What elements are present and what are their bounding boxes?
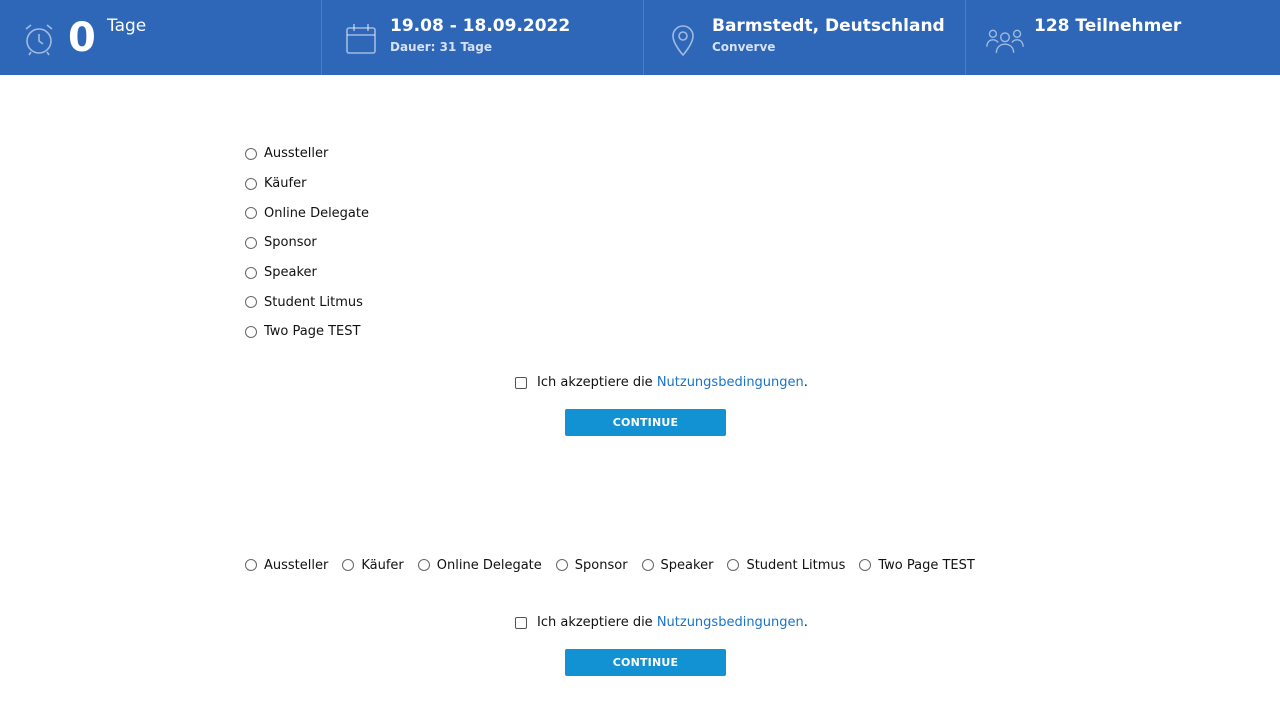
radio-circle[interactable] [245,266,257,279]
role-option-student-litmus[interactable]: Student Litmus [245,287,645,317]
role-label: Käufer [264,176,307,192]
event-info-bar: 0 Tage 19.08 - 18.09.2022 Dauer: 31 Tage… [0,0,1280,75]
radio-circle[interactable] [245,325,257,338]
role-radio-list: Aussteller Käufer Online Delegate Sponso… [245,139,645,347]
location-cell: Barmstedt, Deutschland Converve [644,0,966,75]
participants-cell: 128 Teilnehmer [966,0,1280,75]
role-option-online-delegate[interactable]: Online Delegate [417,555,542,575]
role-option-student-litmus[interactable]: Student Litmus [727,555,845,575]
role-label: Student Litmus [264,294,363,310]
terms-link[interactable]: Nutzungsbedingungen [657,375,804,390]
date-range: 19.08 - 18.09.2022 [390,16,571,36]
continue-button[interactable]: CONTINUE [565,409,726,436]
radio-circle[interactable] [417,559,430,571]
role-option-speaker[interactable]: Speaker [245,258,645,288]
role-option-two-page-test[interactable]: Two Page TEST [245,317,645,347]
terms-suffix: . [803,375,808,390]
date-duration: Dauer: 31 Tage [390,40,492,54]
alarm-clock-icon [20,20,58,58]
terms-text: Ich akzeptiere die [537,375,657,390]
users-icon [986,20,1024,58]
role-label: Speaker [264,265,317,281]
radio-circle[interactable] [342,559,355,571]
role-label: Student Litmus [746,557,846,573]
role-label: Online Delegate [264,205,369,221]
role-label: Aussteller [264,146,329,162]
role-option-sponsor[interactable]: Sponsor [555,555,628,575]
terms-text: Ich akzeptiere die [537,615,657,630]
radio-circle[interactable] [641,559,654,571]
radio-circle[interactable] [245,296,257,309]
role-label: Two Page TEST [878,557,975,573]
radio-circle[interactable] [859,559,872,571]
role-radio-row: Aussteller Käufer Online Delegate Sponso… [245,555,989,575]
radio-circle[interactable] [245,147,257,160]
radio-circle[interactable] [245,559,257,571]
map-pin-icon [664,20,702,58]
role-option-speaker[interactable]: Speaker [641,555,714,575]
radio-circle[interactable] [245,177,257,190]
radio-circle[interactable] [245,207,257,220]
radio-circle[interactable] [727,559,740,571]
location-venue: Converve [712,40,776,54]
radio-circle[interactable] [555,559,568,571]
terms-checkbox-row[interactable]: Ich akzeptiere die Nutzungsbedingungen . [515,375,808,390]
role-label: Aussteller [264,557,329,573]
role-option-online-delegate[interactable]: Online Delegate [245,198,645,228]
countdown-cell: 0 Tage [0,0,322,75]
role-label: Käufer [361,557,404,573]
role-option-kaeufer[interactable]: Käufer [342,555,404,575]
role-label: Sponsor [574,557,628,573]
location-place: Barmstedt, Deutschland [712,16,945,36]
countdown-unit: Tage [107,16,147,36]
role-label: Sponsor [264,235,317,251]
radio-circle[interactable] [245,236,257,249]
role-label: Two Page TEST [264,324,361,340]
role-option-sponsor[interactable]: Sponsor [245,228,645,258]
role-option-two-page-test[interactable]: Two Page TEST [859,555,975,575]
continue-button[interactable]: CONTINUE [565,649,726,676]
participants-count: 128 Teilnehmer [1034,16,1182,36]
terms-link[interactable]: Nutzungsbedingungen [657,615,804,630]
role-option-aussteller[interactable]: Aussteller [245,139,645,169]
terms-checkbox[interactable] [515,616,527,629]
terms-checkbox[interactable] [515,376,527,389]
role-label: Speaker [660,557,714,573]
role-label: Online Delegate [436,557,542,573]
dates-cell: 19.08 - 18.09.2022 Dauer: 31 Tage [322,0,644,75]
role-option-aussteller[interactable]: Aussteller [245,555,328,575]
terms-checkbox-row[interactable]: Ich akzeptiere die Nutzungsbedingungen . [515,615,808,630]
countdown-value: 0 [68,15,96,61]
calendar-icon [342,20,380,58]
role-option-kaeufer[interactable]: Käufer [245,169,645,199]
terms-suffix: . [803,615,808,630]
